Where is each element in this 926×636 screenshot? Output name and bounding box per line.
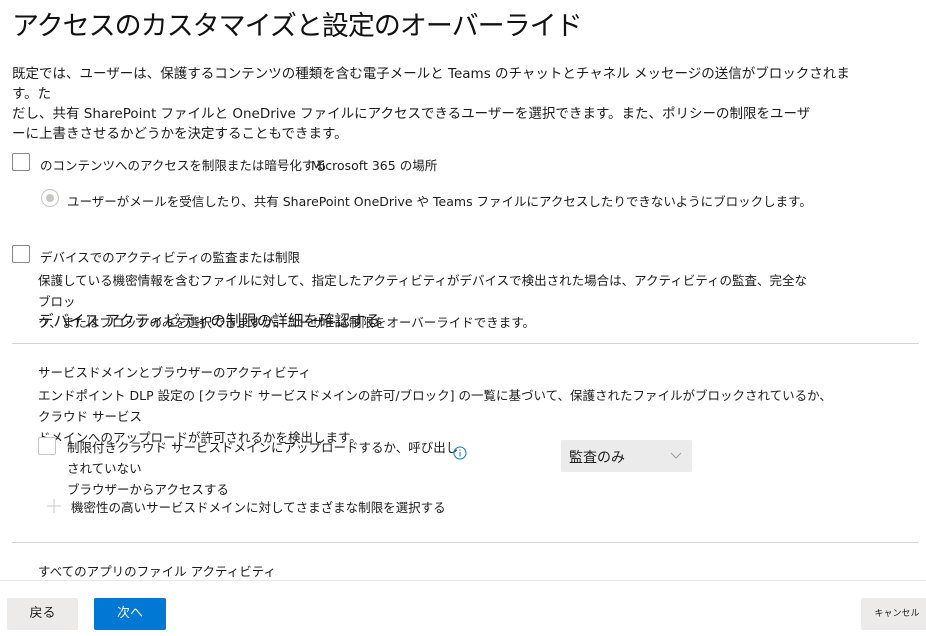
intro-description: 既定では、ユーザーは、保護するコンテンツの種類を含む電子メールと Teams の…: [12, 64, 862, 144]
section-divider: [12, 343, 919, 344]
m365-location-label: Microsoft 365 の場所: [311, 158, 438, 173]
action-dropdown-value: 監査のみ: [569, 450, 625, 466]
page-title: アクセスのカスタマイズと設定のオーバーライド: [12, 11, 583, 42]
device-description-line: 保護している機密情報を含むファイルに対して、指定したアクティビティがデバイスで検…: [38, 273, 808, 309]
action-dropdown[interactable]: 監査のみ: [561, 440, 692, 472]
all-apps-heading: すべてのアプリのファイル アクティビティ: [38, 564, 276, 579]
intro-line: 既定では、ユーザーは、保護するコンテンツの種類を含む電子メールと Teams の…: [12, 66, 850, 102]
cancel-button[interactable]: キャンセル: [861, 598, 926, 630]
add-restriction-link[interactable]: 機密性の高いサービスドメインに対してさまざまな制限を選択する: [71, 497, 446, 516]
m365-restrict-checkbox[interactable]: [12, 153, 30, 171]
service-domain-heading: サービスドメインとブラウザーのアクティビティ: [38, 365, 311, 380]
intro-line: だし、共有 SharePoint ファイルと OneDrive ファイルにアクセ…: [12, 106, 811, 122]
device-audit-checkbox[interactable]: [12, 245, 30, 263]
device-learn-more-link[interactable]: デバイス アクティビティの制限の詳細を確認する: [38, 309, 381, 331]
block-access-radio-label: ユーザーがメールを受信したり、共有 SharePoint OneDrive や …: [67, 194, 812, 209]
plus-icon[interactable]: [46, 498, 62, 514]
m365-restrict-label: のコンテンツへのアクセスを制限または暗号化する: [40, 158, 327, 173]
intro-line: ーに上書きさせるかどうかを決定することもできます。: [12, 126, 348, 142]
section-divider: [12, 542, 919, 543]
service-domain-description-line: エンドポイント DLP 設定の [クラウド サービスドメインの許可/ブロック] …: [38, 388, 832, 424]
chevron-down-icon: [670, 452, 682, 459]
next-button[interactable]: 次へ: [94, 598, 166, 630]
block-access-radio[interactable]: [41, 189, 59, 207]
info-icon[interactable]: [453, 446, 467, 460]
back-button[interactable]: 戻る: [7, 598, 78, 630]
restricted-upload-label-line: 制限付きクラウド サービスドメインにアップロードするか、呼び出しされていない: [67, 440, 459, 476]
footer-divider: [0, 580, 926, 581]
device-audit-label: デバイスでのアクティビティの監査または制限: [40, 250, 301, 265]
restricted-upload-label: 制限付きクラウド サービスドメインにアップロードするか、呼び出しされていない ブ…: [67, 437, 467, 500]
restricted-upload-checkbox[interactable]: [38, 437, 56, 455]
